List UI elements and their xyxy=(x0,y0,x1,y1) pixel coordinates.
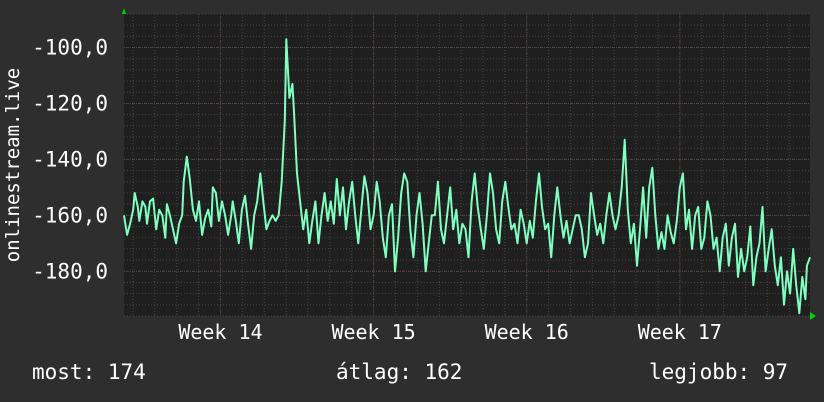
current-value: most: 174 xyxy=(32,360,146,384)
x-axis-arrow-icon xyxy=(810,312,816,320)
plot-area xyxy=(124,14,810,316)
y-tick-label: -140,0 xyxy=(32,147,108,171)
y-tick-label: -160,0 xyxy=(32,203,108,227)
line-chart: onlinestream.live -100,0 -120,0 -140,0 -160… xyxy=(2,8,816,344)
x-tick-label: Week 14 xyxy=(178,320,262,344)
x-tick-labels: Week 14 Week 15 Week 16 Week 17 xyxy=(178,320,722,344)
y-tick-label: -180,0 xyxy=(32,259,108,283)
y-axis-arrow-icon xyxy=(122,8,126,14)
x-tick-label: Week 17 xyxy=(638,320,722,344)
x-tick-label: Week 16 xyxy=(485,320,569,344)
average-value: átlag: 162 xyxy=(336,360,463,384)
y-tick-labels: -100,0 -120,0 -140,0 -160,0 -180,0 xyxy=(32,36,108,284)
y-tick-label: -120,0 xyxy=(32,91,108,115)
x-tick-label: Week 15 xyxy=(331,320,415,344)
best-value: legjobb: 97 xyxy=(649,360,789,384)
y-tick-label: -100,0 xyxy=(32,36,108,60)
y-axis-label: onlinestream.live xyxy=(2,68,24,262)
